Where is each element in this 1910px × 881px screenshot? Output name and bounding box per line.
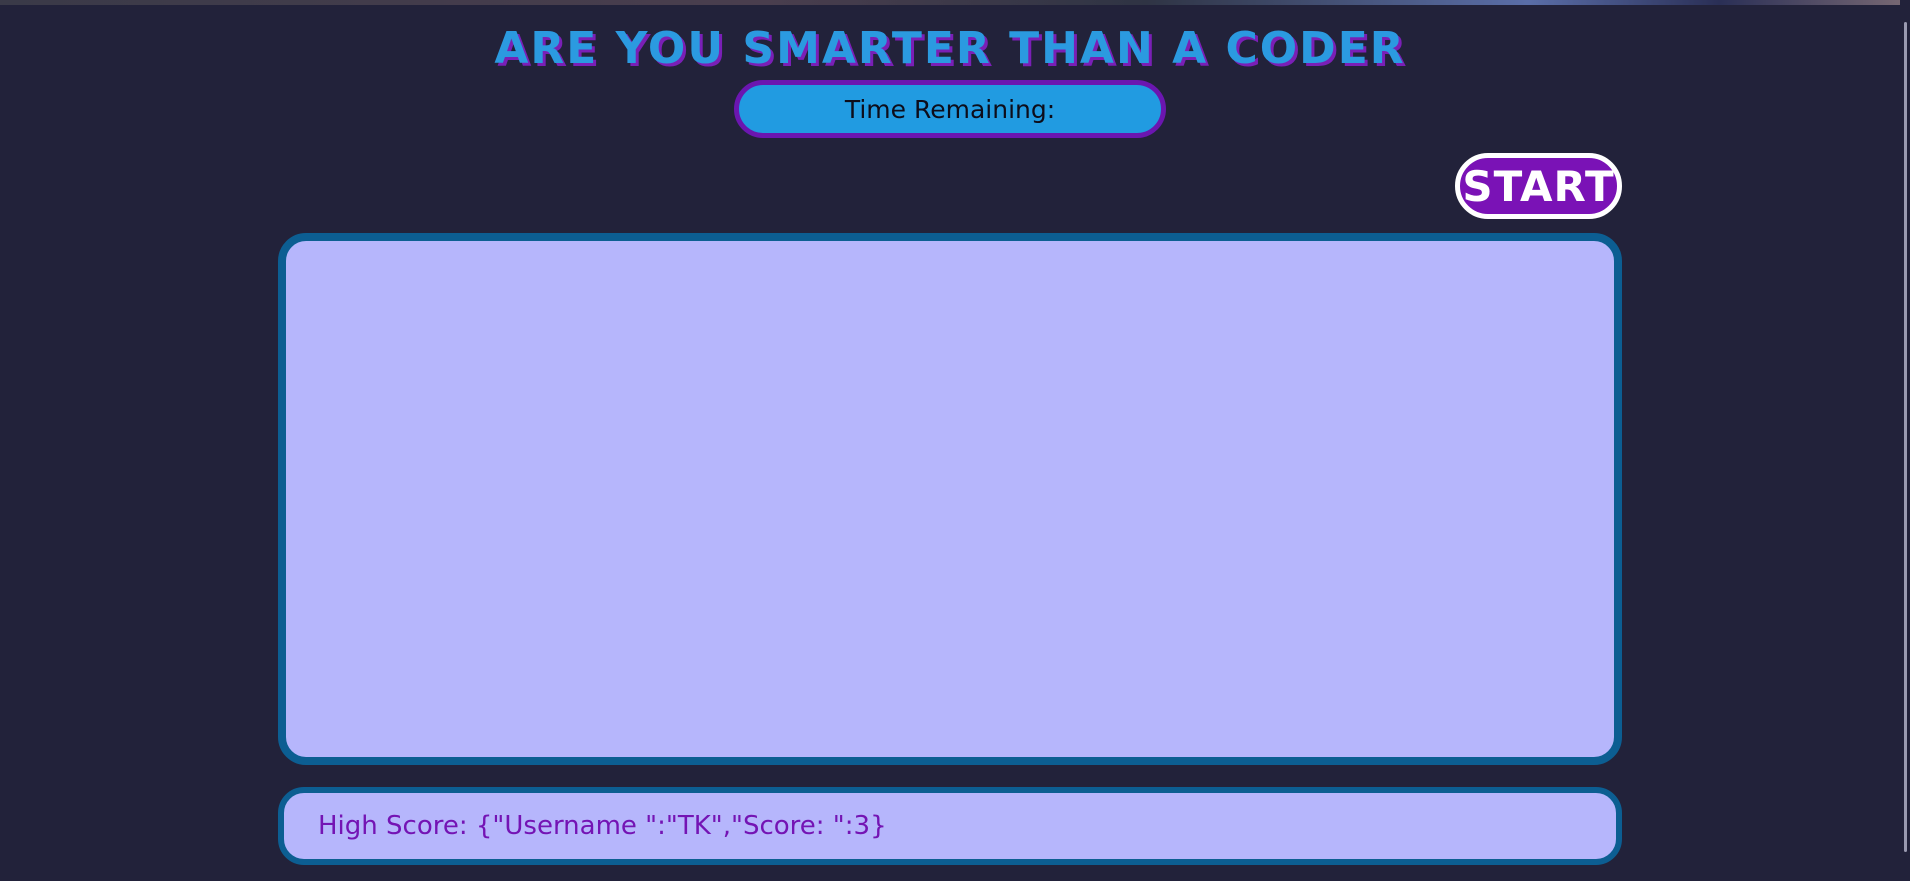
high-score-panel: High Score: {"Username ":"TK","Score: ":… [278, 787, 1622, 865]
browser-top-strip [0, 0, 1910, 5]
start-button[interactable]: START [1455, 153, 1622, 219]
quiz-panel [278, 233, 1622, 765]
high-score-text: High Score: {"Username ":"TK","Score: ":… [318, 811, 887, 841]
timer-display: Time Remaining: [734, 80, 1166, 138]
timer-label: Time Remaining: [844, 94, 1056, 124]
page-title: ARE YOU SMARTER THAN A CODER [494, 23, 1406, 74]
scrollbar-thumb[interactable] [1904, 22, 1907, 852]
vertical-scrollbar[interactable] [1900, 0, 1910, 881]
